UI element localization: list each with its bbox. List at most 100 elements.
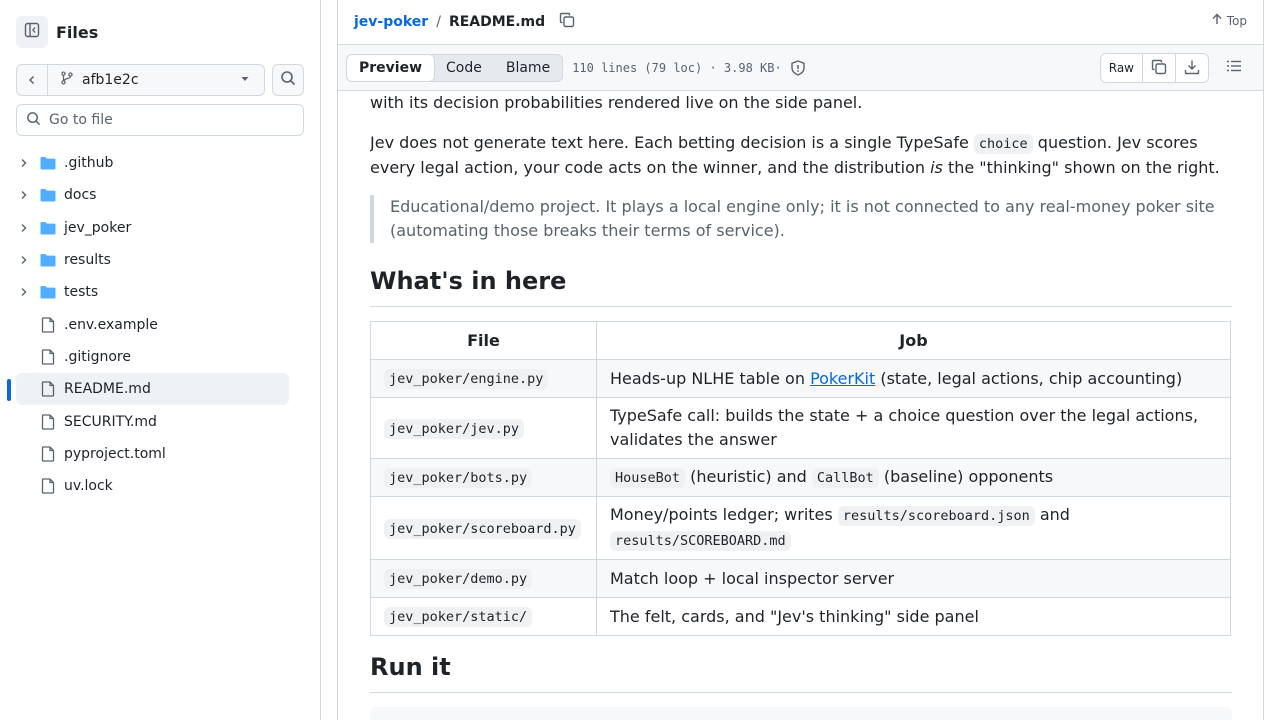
- go-to-file-box[interactable]: [16, 104, 304, 136]
- inline-code: jev_poker/bots.py: [384, 468, 533, 488]
- text-run: the "thinking" shown on the right.: [942, 158, 1220, 177]
- copy-icon: [559, 12, 575, 32]
- inline-code: jev_poker/static/: [384, 607, 533, 627]
- search-icon: [280, 70, 296, 90]
- caret-down-icon: [240, 72, 250, 88]
- tree-folder-jev-poker[interactable]: jev_poker: [16, 212, 289, 244]
- file-stats: 110 lines (79 loc) · 3.98 KB·: [572, 60, 782, 75]
- raw-actions-group: Raw: [1099, 53, 1209, 83]
- table-cell-file: jev_poker/demo.py: [370, 559, 597, 598]
- tree-item-label: pyproject.toml: [64, 445, 166, 462]
- table-row: jev_poker/jev.py TypeSafe call: builds t…: [370, 397, 1231, 459]
- inline-code: results/SCOREBOARD.md: [610, 531, 791, 551]
- file-header: jev-poker / README.md Top: [338, 0, 1263, 45]
- table-header-row: File Job: [370, 321, 1231, 360]
- tree-file-readme[interactable]: README.md: [7, 373, 289, 406]
- tab-code[interactable]: Code: [434, 55, 494, 81]
- table-cell-job: TypeSafe call: builds the state + a choi…: [596, 397, 1231, 459]
- table-row: jev_poker/static/ The felt, cards, and "…: [370, 597, 1231, 636]
- inline-code: jev_poker/demo.py: [384, 569, 533, 589]
- search-button[interactable]: [272, 64, 304, 96]
- copy-raw-button[interactable]: [1143, 54, 1176, 82]
- download-icon: [1184, 59, 1200, 78]
- branch-select[interactable]: afb1e2c: [48, 71, 264, 89]
- sidebar-header: Files: [16, 16, 98, 48]
- inline-code: results/scoreboard.json: [837, 506, 1035, 526]
- emphasis: is: [930, 158, 943, 177]
- sidebar-title: Files: [56, 22, 99, 42]
- table-row: jev_poker/bots.py HouseBot (heuristic) a…: [370, 458, 1231, 497]
- table-cell-file: jev_poker/scoreboard.py: [370, 496, 597, 560]
- git-branch-icon: [60, 71, 74, 89]
- file-tree: .github docs jev_poker results tests .en…: [7, 147, 304, 502]
- file-actions: Raw: [1099, 53, 1247, 83]
- inline-code: jev_poker/jev.py: [384, 418, 525, 439]
- tree-folder-docs[interactable]: docs: [16, 179, 289, 211]
- text-run: Heads-up NLHE table on: [610, 368, 811, 388]
- file-meta: 110 lines (79 loc) · 3.98 KB·: [572, 59, 806, 76]
- branch-name: afb1e2c: [82, 72, 139, 88]
- table-header-cell: File: [370, 321, 597, 360]
- raw-button[interactable]: Raw: [1101, 54, 1143, 82]
- go-to-file-input[interactable]: [49, 112, 289, 128]
- text-run: Money/points ledger; writes: [610, 505, 838, 524]
- chevron-right-icon: [16, 190, 32, 200]
- tree-file-gitignore[interactable]: .gitignore: [16, 341, 289, 373]
- pokerkit-link[interactable]: PokerKit: [810, 369, 875, 388]
- view-mode-tabs: Preview Code Blame: [346, 53, 564, 82]
- scroll-to-top-button[interactable]: Top: [1211, 13, 1247, 28]
- tree-folder-github[interactable]: .github: [16, 147, 289, 179]
- text-run: (state, legal actions, chip accounting): [875, 368, 1183, 388]
- branch-picker[interactable]: afb1e2c: [16, 64, 265, 96]
- tree-item-label: uv.lock: [64, 478, 113, 495]
- list-unordered-icon: [1226, 58, 1242, 78]
- tab-blame[interactable]: Blame: [494, 55, 562, 81]
- inline-code: jev_poker/engine.py: [384, 369, 549, 389]
- table-cell-job: Money/points ledger; writes results/scor…: [596, 496, 1231, 560]
- tree-item-label: .gitignore: [64, 348, 131, 365]
- branch-row: afb1e2c: [16, 64, 304, 96]
- shield-icon[interactable]: [790, 59, 806, 76]
- folder-icon: [40, 253, 56, 267]
- file-icon: [40, 381, 56, 397]
- text-run: and: [1034, 505, 1070, 524]
- copy-path-button[interactable]: [559, 12, 575, 32]
- file-icon: [40, 316, 56, 333]
- breadcrumb-separator: /: [436, 14, 441, 30]
- back-button[interactable]: [17, 65, 48, 95]
- sidebar-collapse-icon: [24, 22, 40, 42]
- chevron-right-icon: [16, 158, 32, 168]
- tree-file-security[interactable]: SECURITY.md: [16, 405, 289, 437]
- files-table: File Job jev_poker/engine.py Heads-up NL…: [370, 321, 1231, 636]
- table-cell-job: Match loop + local inspector server: [596, 559, 1231, 598]
- folder-icon: [40, 221, 56, 235]
- file-icon: [40, 349, 56, 365]
- inline-code: HouseBot: [610, 468, 686, 488]
- tree-file-uv-lock[interactable]: uv.lock: [16, 470, 289, 502]
- table-row: jev_poker/demo.py Match loop + local ins…: [370, 559, 1231, 598]
- tree-file-env-example[interactable]: .env.example: [16, 308, 289, 340]
- tree-file-pyproject[interactable]: pyproject.toml: [16, 438, 289, 470]
- tree-item-label: .github: [64, 155, 114, 172]
- collapse-sidebar-button[interactable]: [16, 16, 48, 48]
- download-button[interactable]: [1176, 54, 1208, 82]
- disclaimer-blockquote: Educational/demo project. It plays a loc…: [370, 195, 1232, 243]
- code-block: [370, 707, 1232, 720]
- outline-button[interactable]: [1221, 58, 1247, 78]
- text-run: (baseline) opponents: [878, 467, 1054, 486]
- chevron-right-icon: [16, 287, 32, 297]
- breadcrumb-repo-link[interactable]: jev-poker: [354, 14, 428, 30]
- inline-code: CallBot: [811, 468, 879, 488]
- chevron-right-icon: [16, 255, 32, 265]
- chevron-right-icon: [16, 223, 32, 233]
- tree-folder-results[interactable]: results: [16, 244, 289, 276]
- section-heading: What's in here: [370, 266, 1232, 307]
- tree-folder-tests[interactable]: tests: [16, 276, 289, 308]
- readme-paragraph: with its decision probabilities rendered…: [370, 93, 863, 112]
- file-icon: [40, 446, 56, 462]
- file-toolbar: Preview Code Blame 110 lines (79 loc) · …: [338, 45, 1263, 91]
- copy-icon: [1151, 59, 1167, 78]
- folder-icon: [40, 285, 56, 299]
- tab-preview[interactable]: Preview: [346, 53, 436, 82]
- chevron-left-icon: [26, 71, 38, 90]
